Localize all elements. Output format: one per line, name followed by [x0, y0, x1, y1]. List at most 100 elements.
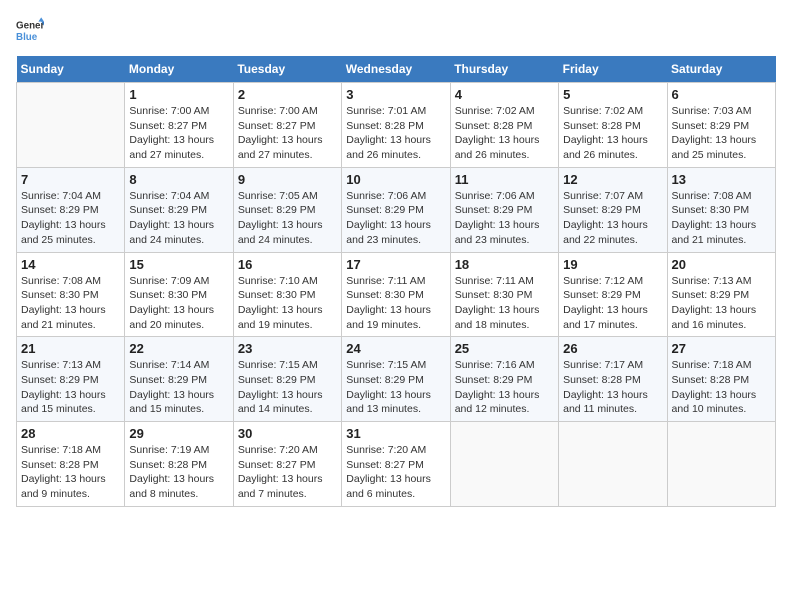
- day-number: 16: [238, 257, 337, 272]
- day-cell-19: 19 Sunrise: 7:12 AM Sunset: 8:29 PM Dayli…: [559, 252, 667, 337]
- calendar-week-5: 28Sunrise: 7:18 AM Sunset: 8:28 PM Dayli…: [17, 422, 776, 507]
- day-number: 12: [563, 172, 662, 187]
- day-info: Sunrise: 7:08 AM Sunset: 8:30 PM Dayligh…: [672, 189, 771, 248]
- day-info: Sunrise: 7:00 AM Sunset: 8:27 PM Dayligh…: [129, 104, 228, 163]
- day-info: Sunrise: 7:10 AM Sunset: 8:30 PM Dayligh…: [238, 274, 337, 333]
- day-info: Sunrise: 7:04 AM Sunset: 8:29 PM Dayligh…: [21, 189, 120, 248]
- day-cell-8: 8Sunrise: 7:04 AM Sunset: 8:29 PM Daylig…: [125, 167, 233, 252]
- day-cell-7: 7 Sunrise: 7:04 AM Sunset: 8:29 PM Daylig…: [17, 167, 125, 252]
- day-cell-30: 30 Sunrise: 7:20 AM Sunset: 8:27 PM Dayli…: [233, 422, 341, 507]
- day-info: Sunrise: 7:03 AM Sunset: 8:29 PM Dayligh…: [672, 104, 771, 163]
- day-info: Sunrise: 7:02 AM Sunset: 8:28 PM Dayligh…: [563, 104, 662, 163]
- calendar-header-row: SundayMondayTuesdayWednesdayThursdayFrid…: [17, 56, 776, 83]
- calendar-week-4: 21 Sunrise: 7:13 AM Sunset: 8:29 PM Dayli…: [17, 337, 776, 422]
- day-cell-28: 28Sunrise: 7:18 AM Sunset: 8:28 PM Dayli…: [17, 422, 125, 507]
- day-info: Sunrise: 7:11 AM Sunset: 8:30 PM Dayligh…: [455, 274, 554, 333]
- day-info: Sunrise: 7:07 AM Sunset: 8:29 PM Dayligh…: [563, 189, 662, 248]
- col-header-tuesday: Tuesday: [233, 56, 341, 83]
- day-number: 3: [346, 87, 445, 102]
- day-number: 15: [129, 257, 228, 272]
- col-header-saturday: Saturday: [667, 56, 775, 83]
- col-header-thursday: Thursday: [450, 56, 558, 83]
- day-number: 31: [346, 426, 445, 441]
- day-cell-16: 16 Sunrise: 7:10 AM Sunset: 8:30 PM Dayli…: [233, 252, 341, 337]
- day-number: 14: [21, 257, 120, 272]
- day-info: Sunrise: 7:16 AM Sunset: 8:29 PM Dayligh…: [455, 358, 554, 417]
- day-cell-20: 20 Sunrise: 7:13 AM Sunset: 8:29 PM Dayli…: [667, 252, 775, 337]
- day-cell-13: 13 Sunrise: 7:08 AM Sunset: 8:30 PM Dayli…: [667, 167, 775, 252]
- day-number: 1: [129, 87, 228, 102]
- day-info: Sunrise: 7:15 AM Sunset: 8:29 PM Dayligh…: [346, 358, 445, 417]
- day-number: 11: [455, 172, 554, 187]
- day-number: 2: [238, 87, 337, 102]
- day-cell-27: 27 Sunrise: 7:18 AM Sunset: 8:28 PM Dayli…: [667, 337, 775, 422]
- day-number: 7: [21, 172, 120, 187]
- day-info: Sunrise: 7:11 AM Sunset: 8:30 PM Dayligh…: [346, 274, 445, 333]
- day-info: Sunrise: 7:18 AM Sunset: 8:28 PM Dayligh…: [672, 358, 771, 417]
- col-header-friday: Friday: [559, 56, 667, 83]
- day-number: 9: [238, 172, 337, 187]
- calendar-week-1: 1 Sunrise: 7:00 AM Sunset: 8:27 PM Daylig…: [17, 83, 776, 168]
- day-number: 20: [672, 257, 771, 272]
- day-info: Sunrise: 7:06 AM Sunset: 8:29 PM Dayligh…: [455, 189, 554, 248]
- col-header-sunday: Sunday: [17, 56, 125, 83]
- day-info: Sunrise: 7:12 AM Sunset: 8:29 PM Dayligh…: [563, 274, 662, 333]
- day-number: 24: [346, 341, 445, 356]
- day-number: 5: [563, 87, 662, 102]
- empty-cell: [17, 83, 125, 168]
- day-number: 27: [672, 341, 771, 356]
- empty-cell: [559, 422, 667, 507]
- col-header-wednesday: Wednesday: [342, 56, 450, 83]
- day-cell-18: 18 Sunrise: 7:11 AM Sunset: 8:30 PM Dayli…: [450, 252, 558, 337]
- day-number: 30: [238, 426, 337, 441]
- logo: General Blue: [16, 16, 50, 44]
- day-cell-5: 5 Sunrise: 7:02 AM Sunset: 8:28 PM Daylig…: [559, 83, 667, 168]
- day-cell-12: 12 Sunrise: 7:07 AM Sunset: 8:29 PM Dayli…: [559, 167, 667, 252]
- day-cell-2: 2 Sunrise: 7:00 AM Sunset: 8:27 PM Daylig…: [233, 83, 341, 168]
- day-cell-26: 26Sunrise: 7:17 AM Sunset: 8:28 PM Dayli…: [559, 337, 667, 422]
- calendar-week-3: 14Sunrise: 7:08 AM Sunset: 8:30 PM Dayli…: [17, 252, 776, 337]
- day-info: Sunrise: 7:19 AM Sunset: 8:28 PM Dayligh…: [129, 443, 228, 502]
- day-info: Sunrise: 7:14 AM Sunset: 8:29 PM Dayligh…: [129, 358, 228, 417]
- day-number: 22: [129, 341, 228, 356]
- day-number: 29: [129, 426, 228, 441]
- day-info: Sunrise: 7:04 AM Sunset: 8:29 PM Dayligh…: [129, 189, 228, 248]
- day-info: Sunrise: 7:13 AM Sunset: 8:29 PM Dayligh…: [672, 274, 771, 333]
- day-info: Sunrise: 7:15 AM Sunset: 8:29 PM Dayligh…: [238, 358, 337, 417]
- day-cell-11: 11 Sunrise: 7:06 AM Sunset: 8:29 PM Dayli…: [450, 167, 558, 252]
- day-cell-31: 31 Sunrise: 7:20 AM Sunset: 8:27 PM Dayli…: [342, 422, 450, 507]
- day-cell-1: 1 Sunrise: 7:00 AM Sunset: 8:27 PM Daylig…: [125, 83, 233, 168]
- day-info: Sunrise: 7:06 AM Sunset: 8:29 PM Dayligh…: [346, 189, 445, 248]
- day-number: 6: [672, 87, 771, 102]
- day-number: 17: [346, 257, 445, 272]
- day-info: Sunrise: 7:00 AM Sunset: 8:27 PM Dayligh…: [238, 104, 337, 163]
- day-number: 23: [238, 341, 337, 356]
- day-number: 4: [455, 87, 554, 102]
- day-number: 10: [346, 172, 445, 187]
- day-info: Sunrise: 7:20 AM Sunset: 8:27 PM Dayligh…: [238, 443, 337, 502]
- day-cell-15: 15 Sunrise: 7:09 AM Sunset: 8:30 PM Dayli…: [125, 252, 233, 337]
- day-info: Sunrise: 7:02 AM Sunset: 8:28 PM Dayligh…: [455, 104, 554, 163]
- day-cell-14: 14Sunrise: 7:08 AM Sunset: 8:30 PM Dayli…: [17, 252, 125, 337]
- day-info: Sunrise: 7:20 AM Sunset: 8:27 PM Dayligh…: [346, 443, 445, 502]
- day-number: 19: [563, 257, 662, 272]
- day-cell-6: 6 Sunrise: 7:03 AM Sunset: 8:29 PM Daylig…: [667, 83, 775, 168]
- svg-text:General: General: [16, 21, 44, 32]
- day-number: 18: [455, 257, 554, 272]
- calendar-week-2: 7 Sunrise: 7:04 AM Sunset: 8:29 PM Daylig…: [17, 167, 776, 252]
- day-number: 28: [21, 426, 120, 441]
- day-cell-4: 4 Sunrise: 7:02 AM Sunset: 8:28 PM Daylig…: [450, 83, 558, 168]
- day-cell-9: 9Sunrise: 7:05 AM Sunset: 8:29 PM Daylig…: [233, 167, 341, 252]
- day-cell-22: 22 Sunrise: 7:14 AM Sunset: 8:29 PM Dayli…: [125, 337, 233, 422]
- empty-cell: [450, 422, 558, 507]
- empty-cell: [667, 422, 775, 507]
- day-cell-25: 25Sunrise: 7:16 AM Sunset: 8:29 PM Dayli…: [450, 337, 558, 422]
- calendar-table: SundayMondayTuesdayWednesdayThursdayFrid…: [16, 56, 776, 507]
- day-number: 21: [21, 341, 120, 356]
- svg-text:Blue: Blue: [16, 32, 38, 43]
- page-header: General Blue: [16, 16, 776, 44]
- day-info: Sunrise: 7:13 AM Sunset: 8:29 PM Dayligh…: [21, 358, 120, 417]
- day-number: 13: [672, 172, 771, 187]
- day-cell-21: 21 Sunrise: 7:13 AM Sunset: 8:29 PM Dayli…: [17, 337, 125, 422]
- day-info: Sunrise: 7:09 AM Sunset: 8:30 PM Dayligh…: [129, 274, 228, 333]
